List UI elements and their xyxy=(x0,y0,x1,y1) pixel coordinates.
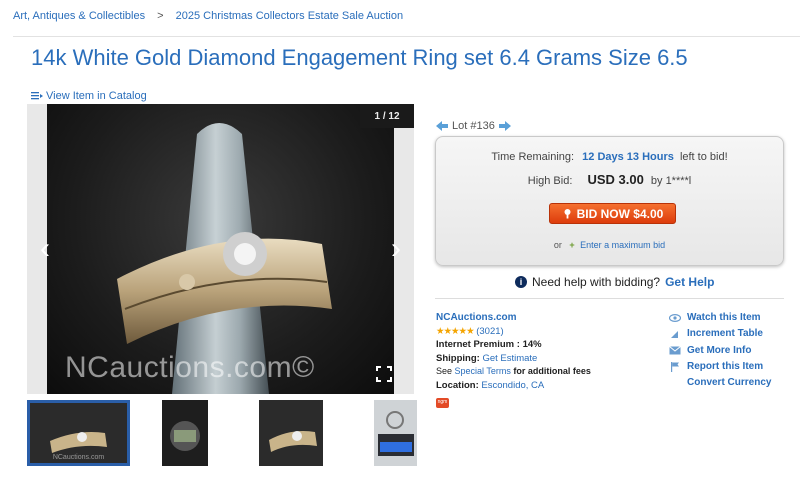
plus-icon: + xyxy=(569,240,575,250)
bidding-help: i Need help with bidding? Get Help xyxy=(515,275,714,289)
breadcrumb-separator: > xyxy=(157,10,164,22)
breadcrumb-link-auction[interactable]: 2025 Christmas Collectors Estate Sale Au… xyxy=(176,10,403,22)
seller-badge-icon: ngm xyxy=(436,398,449,408)
get-more-info-link[interactable]: Get More Info xyxy=(669,343,771,359)
gavel-icon xyxy=(564,209,571,219)
time-remaining-value: 12 Days 13 Hours xyxy=(582,151,674,163)
high-bid-row: High Bid: USD 3.00 by 1****l xyxy=(436,172,783,187)
watch-item-link[interactable]: Watch this Item xyxy=(669,310,771,326)
max-bid-row: or + Enter a maximum bid xyxy=(436,240,783,250)
view-in-catalog-link[interactable]: View Item in Catalog xyxy=(31,90,147,102)
special-terms-link[interactable]: Special Terms xyxy=(455,366,511,376)
high-bid-label: High Bid: xyxy=(527,175,573,187)
triangle-icon xyxy=(669,329,681,339)
terms-suffix: for additional fees xyxy=(513,366,591,376)
high-bidder: by 1****l xyxy=(650,175,692,187)
previous-lot-arrow-icon[interactable] xyxy=(436,121,448,131)
thumbnail-image xyxy=(259,400,323,466)
help-text: Need help with bidding? xyxy=(532,275,661,289)
internet-premium: Internet Premium : 14% xyxy=(436,339,542,350)
report-item-link[interactable]: Report this Item xyxy=(669,359,771,375)
item-actions: Watch this Item Increment Table Get More… xyxy=(669,310,771,391)
high-bid-amount: USD 3.00 xyxy=(587,172,644,187)
blank-icon-spacer xyxy=(669,378,681,388)
seller-info: NCAuctions.com ★★★★★ (3021) Internet Pre… xyxy=(436,311,591,408)
main-image-viewer[interactable]: 1 / 12 ‹ › NCauctions.com© xyxy=(27,104,414,394)
thumbnail-image xyxy=(162,400,208,466)
bid-now-label: BID NOW $4.00 xyxy=(576,206,664,221)
thumbnail-4[interactable] xyxy=(374,400,417,466)
location-link[interactable]: Escondido, CA xyxy=(481,380,544,391)
page-title: 14k White Gold Diamond Engagement Ring s… xyxy=(31,45,688,70)
view-in-catalog-label: View Item in Catalog xyxy=(46,90,147,102)
flag-icon xyxy=(669,362,681,373)
thumbnail-image xyxy=(374,400,417,466)
fullscreen-icon[interactable] xyxy=(376,366,392,382)
report-item-label: Report this Item xyxy=(687,360,764,372)
list-icon xyxy=(31,92,43,100)
section-divider xyxy=(435,298,784,299)
thumbnail-2[interactable] xyxy=(162,400,208,466)
time-remaining-label: Time Remaining: xyxy=(491,151,575,163)
eye-icon xyxy=(669,313,681,323)
thumbnail-watermark: NCauctions.com xyxy=(52,454,105,461)
watch-item-label: Watch this Item xyxy=(687,312,761,323)
convert-currency-label: Convert Currency xyxy=(687,377,772,389)
previous-image-button[interactable]: ‹ xyxy=(35,232,55,266)
thumbnail-strip: NCauctions.com xyxy=(27,400,417,468)
get-more-info-label: Get More Info xyxy=(687,344,752,356)
or-text: or xyxy=(553,240,562,250)
thumbnail-1[interactable]: NCauctions.com xyxy=(27,400,130,466)
mail-icon xyxy=(669,346,681,356)
rating-stars-icon: ★★★★★ xyxy=(436,325,475,337)
next-lot-arrow-icon[interactable] xyxy=(498,121,511,131)
bid-panel: Time Remaining: 12 Days 13 Hours left to… xyxy=(435,136,784,266)
header-divider xyxy=(13,36,800,37)
bid-now-button[interactable]: BID NOW $4.00 xyxy=(549,203,676,224)
get-help-link[interactable]: Get Help xyxy=(665,275,714,289)
breadcrumb-link-category[interactable]: Art, Antiques & Collectibles xyxy=(13,10,145,22)
increment-table-link[interactable]: Increment Table xyxy=(669,326,771,342)
info-icon: i xyxy=(515,276,527,288)
seller-name-link[interactable]: NCAuctions.com xyxy=(436,312,517,323)
convert-currency-link[interactable]: Convert Currency xyxy=(669,375,771,391)
lot-number: Lot #136 xyxy=(452,120,495,132)
time-remaining-suffix: left to bid! xyxy=(679,151,728,163)
lot-navigation: Lot #136 xyxy=(436,120,511,132)
enter-max-bid-link[interactable]: Enter a maximum bid xyxy=(580,240,665,250)
image-watermark: NCauctions.com© xyxy=(65,351,315,384)
shipping-estimate-link[interactable]: Get Estimate xyxy=(482,353,537,364)
breadcrumb: Art, Antiques & Collectibles > 2025 Chri… xyxy=(13,10,403,22)
next-image-button[interactable]: › xyxy=(386,232,406,266)
time-remaining-row: Time Remaining: 12 Days 13 Hours left to… xyxy=(436,151,783,163)
location-label: Location: xyxy=(436,379,479,391)
image-counter: 1 / 12 xyxy=(360,104,414,128)
review-count-link[interactable]: (3021) xyxy=(476,326,503,337)
increment-table-label: Increment Table xyxy=(687,328,763,340)
terms-prefix: See xyxy=(436,366,453,376)
shipping-label: Shipping: xyxy=(436,352,480,364)
thumbnail-3[interactable] xyxy=(259,400,323,466)
